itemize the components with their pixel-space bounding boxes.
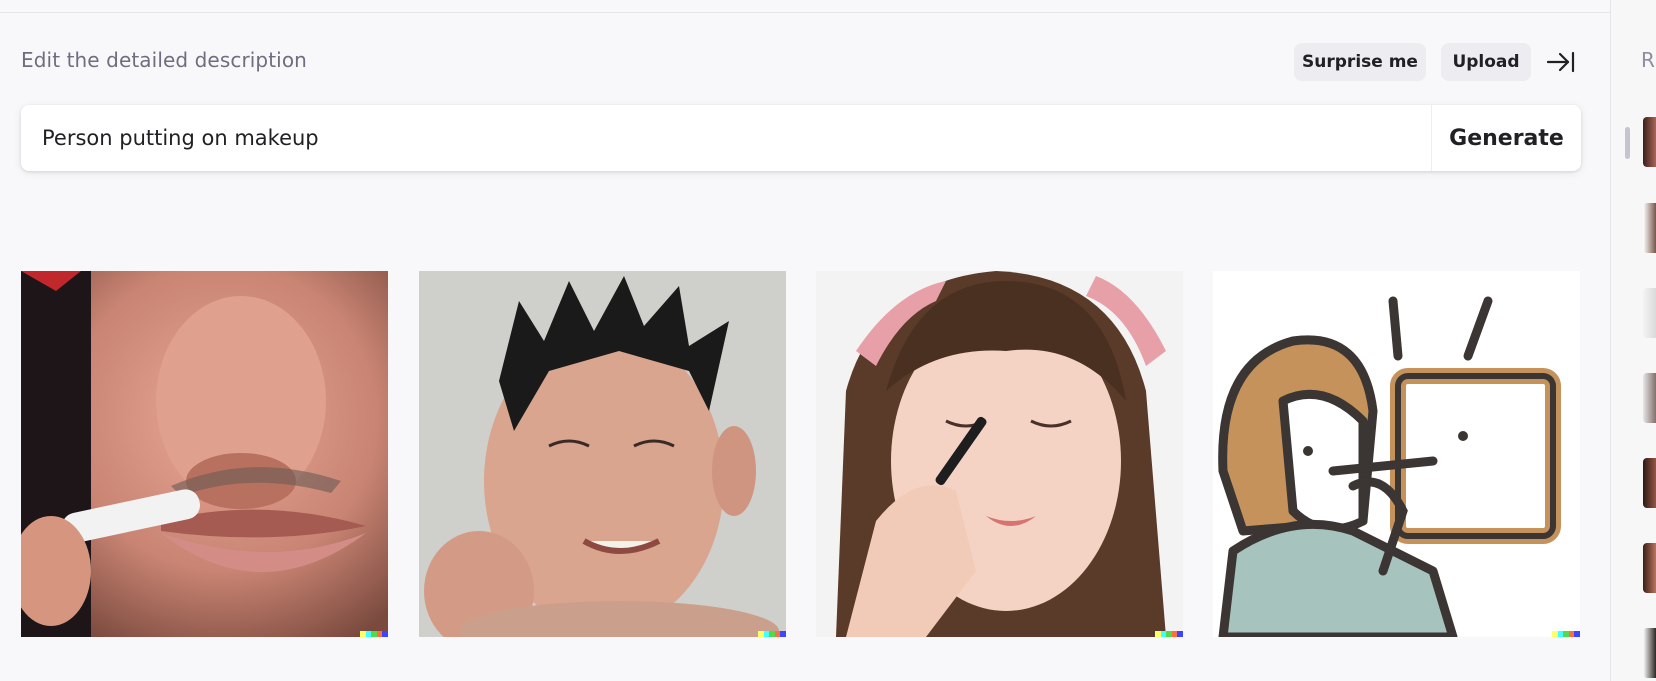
result-image-1[interactable] (21, 271, 388, 637)
dalle-watermark (360, 631, 388, 637)
history-thumbnail[interactable] (1643, 117, 1656, 167)
history-thumbnail[interactable] (1643, 458, 1656, 508)
prompt-input[interactable] (21, 105, 1431, 171)
main-panel: Edit the detailed description Surprise m… (0, 0, 1610, 681)
surprise-me-button[interactable]: Surprise me (1294, 43, 1426, 81)
arrow-right-bar-icon[interactable] (1546, 50, 1576, 74)
history-thumbnail[interactable] (1643, 543, 1656, 593)
description-label: Edit the detailed description (21, 48, 307, 72)
history-thumbnail[interactable] (1643, 288, 1656, 338)
result-image-2[interactable] (419, 271, 786, 637)
history-thumbnail[interactable] (1643, 373, 1656, 423)
dalle-watermark (758, 631, 786, 637)
result-image-2-art (419, 271, 786, 637)
upload-button[interactable]: Upload (1441, 43, 1531, 81)
prompt-box: Generate (21, 105, 1581, 171)
result-image-4[interactable] (1213, 271, 1580, 637)
result-image-1-art (21, 271, 388, 637)
history-title: R (1641, 48, 1655, 72)
result-image-3[interactable] (816, 271, 1183, 637)
result-image-3-art (816, 271, 1183, 637)
result-image-4-art (1213, 271, 1580, 637)
history-scrollbar[interactable] (1625, 127, 1630, 159)
dalle-watermark (1155, 631, 1183, 637)
history-thumbnail[interactable] (1643, 628, 1656, 678)
history-thumbnail[interactable] (1643, 203, 1656, 253)
dalle-watermark (1552, 631, 1580, 637)
generate-button[interactable]: Generate (1432, 105, 1581, 171)
history-panel: R (1610, 0, 1656, 681)
